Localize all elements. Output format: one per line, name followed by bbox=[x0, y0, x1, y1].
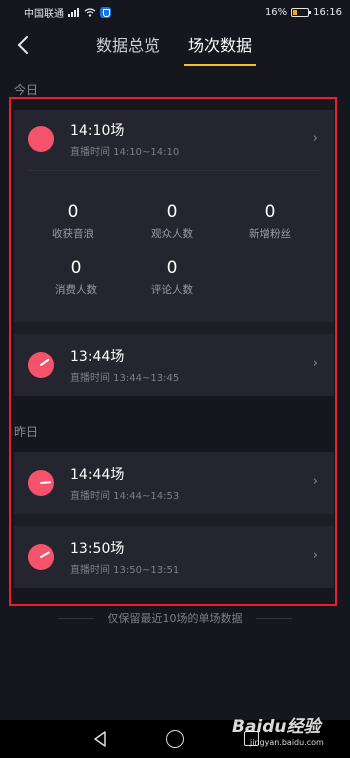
watermark-logo: Baidu经验 bbox=[232, 717, 321, 737]
status-right: 16% 16:16 bbox=[265, 7, 342, 18]
tab-session-data[interactable]: 场次数据 bbox=[188, 32, 252, 56]
status-bar: 中国联通 16% 16:16 bbox=[0, 0, 350, 24]
status-left: 中国联通 bbox=[24, 5, 111, 20]
carrier-name: 中国联通 bbox=[24, 8, 64, 20]
battery-percent: 16% bbox=[264, 6, 288, 18]
highlight-frame bbox=[9, 97, 337, 606]
watermark-url: jingyan.baidu.com bbox=[250, 738, 324, 747]
battery-icon bbox=[291, 7, 312, 17]
footer-note: 仅保留最近10场的单场数据 bbox=[107, 612, 243, 625]
active-tab-indicator bbox=[184, 64, 256, 66]
header: 数据总览 场次数据 bbox=[0, 24, 350, 70]
back-arrow-icon[interactable] bbox=[14, 34, 34, 56]
footer-line-right bbox=[256, 618, 292, 619]
nav-home-icon[interactable] bbox=[166, 730, 184, 748]
baidu-watermark: Baidu经验 jingyan.baidu.com bbox=[232, 712, 344, 752]
shield-icon bbox=[100, 6, 111, 18]
tab-data-overview[interactable]: 数据总览 bbox=[96, 32, 160, 56]
signal-icon bbox=[68, 7, 79, 17]
wifi-icon bbox=[84, 7, 96, 17]
section-label-today: 今日 bbox=[14, 83, 39, 97]
nav-back-icon[interactable] bbox=[92, 730, 108, 748]
clock: 16:16 bbox=[313, 6, 342, 18]
